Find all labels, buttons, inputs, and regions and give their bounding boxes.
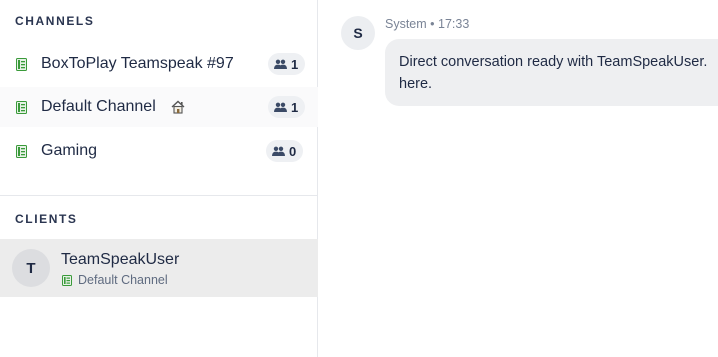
section-divider — [0, 195, 318, 196]
channel-icon — [16, 100, 27, 114]
count-value: 1 — [291, 56, 299, 72]
message-meta: System • 17:33 — [385, 17, 470, 31]
channel-label: Default Channel — [41, 98, 156, 115]
client-name: TeamSpeakUser — [61, 251, 180, 268]
message-bubble: Direct conversation ready with TeamSpeak… — [385, 39, 718, 106]
avatar: T — [12, 249, 50, 287]
clients-heading: CLIENTS — [15, 212, 78, 226]
users-icon — [274, 59, 287, 69]
channel-user-count: 0 — [266, 140, 304, 162]
channel-user-count: 1 — [268, 53, 306, 75]
sidebar: CHANNELS BoxToPlay Teamspeak #97 1 Defau… — [0, 0, 318, 357]
users-icon — [272, 146, 285, 156]
client-channel: Default Channel — [78, 273, 168, 287]
channel-icon — [16, 144, 27, 158]
channel-item-boxtoplay[interactable]: BoxToPlay Teamspeak #97 1 — [0, 44, 318, 84]
channel-label: Gaming — [41, 142, 98, 159]
channels-heading: CHANNELS — [15, 14, 95, 28]
users-icon — [274, 102, 287, 112]
channel-icon — [16, 57, 27, 71]
channel-item-default[interactable]: Default Channel 1 — [0, 87, 318, 127]
count-value: 0 — [289, 143, 297, 159]
chat-panel: S System • 17:33 Direct conversation rea… — [319, 0, 718, 357]
channel-user-count: 1 — [268, 96, 306, 118]
channel-icon — [62, 275, 72, 286]
home-icon — [171, 100, 185, 114]
client-item-teamspeakuser[interactable]: T TeamSpeakUser Default Channel — [0, 239, 318, 297]
channel-label: BoxToPlay Teamspeak #97 — [41, 55, 234, 72]
count-value: 1 — [291, 99, 299, 115]
message-avatar: S — [341, 16, 375, 50]
channel-item-gaming[interactable]: Gaming 0 — [0, 131, 318, 171]
